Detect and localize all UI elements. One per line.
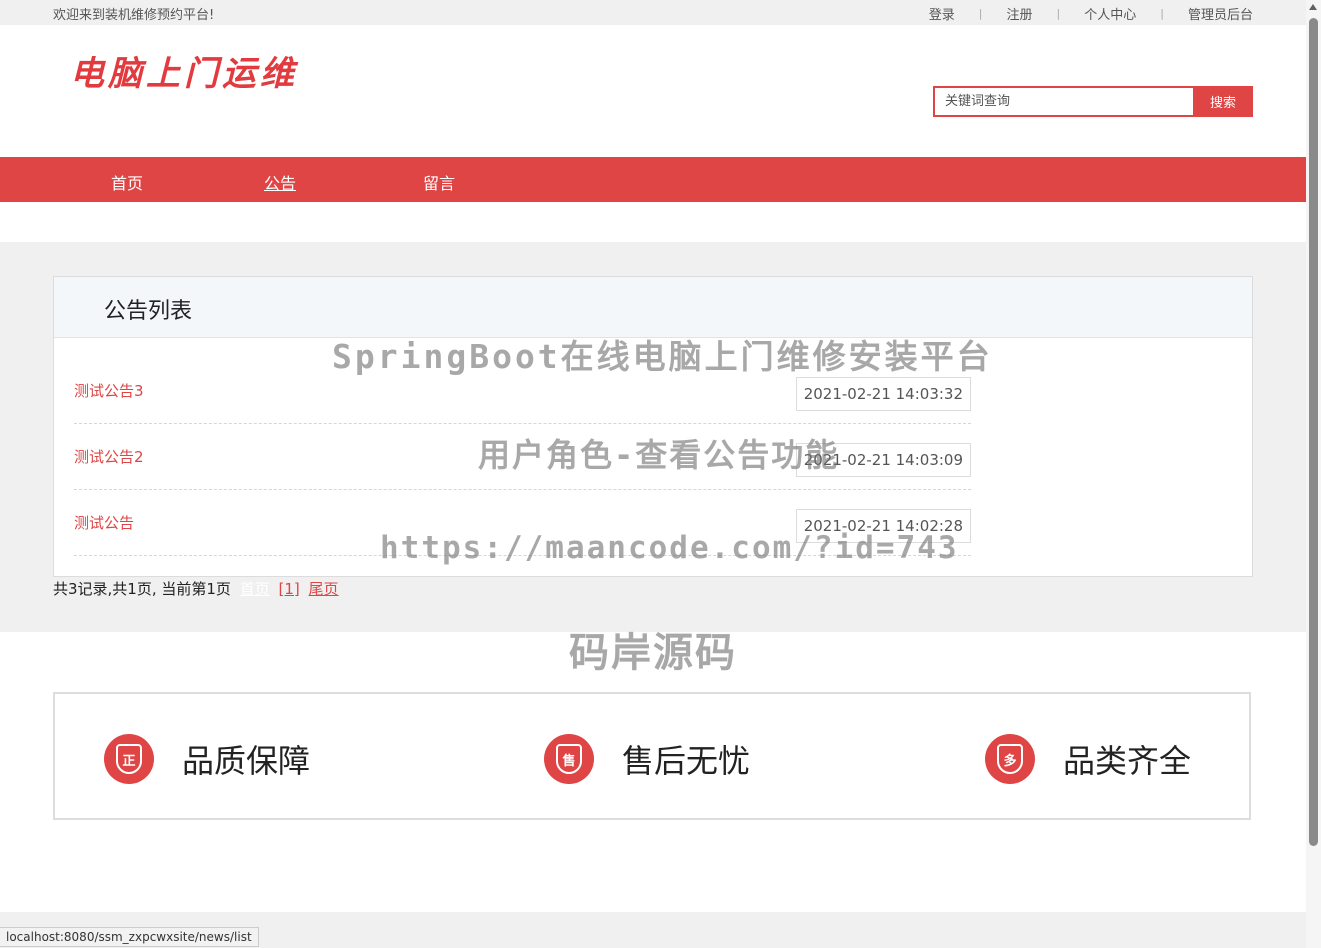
login-link[interactable]: 登录 <box>929 4 955 23</box>
search-bar: 搜索 <box>933 86 1253 117</box>
panel-title: 公告列表 <box>104 293 192 325</box>
welcome-text: 欢迎来到装机维修预约平台! <box>53 4 214 23</box>
register-link[interactable]: 注册 <box>1007 4 1033 23</box>
notice-title-link[interactable]: 测试公告2 <box>74 446 144 467</box>
main-nav: 首页 公告 留言 <box>0 157 1306 202</box>
top-bar: 欢迎来到装机维修预约平台! 登录 | 注册 | 个人中心 | 管理员后台 <box>0 0 1306 25</box>
nav-home[interactable]: 首页 <box>111 170 143 194</box>
search-button[interactable]: 搜索 <box>1193 86 1253 117</box>
notice-date: 2021-02-21 14:03:32 <box>796 377 971 411</box>
separator: | <box>979 7 983 20</box>
admin-link[interactable]: 管理员后台 <box>1188 4 1253 23</box>
feature-label: 售后无忧 <box>622 736 750 782</box>
nav-messages[interactable]: 留言 <box>423 170 455 194</box>
nav-notices[interactable]: 公告 <box>264 170 296 194</box>
feature-label: 品类齐全 <box>1063 736 1191 782</box>
feature-aftersales: 售 售后无忧 <box>544 734 750 784</box>
shield-icon: 正 <box>104 734 154 784</box>
first-page-link[interactable]: 首页 <box>240 580 270 598</box>
notice-title-link[interactable]: 测试公告 <box>74 512 134 533</box>
scroll-up-arrow-icon[interactable] <box>1309 4 1317 10</box>
pagination: 共3记录,共1页, 当前第1页 首页 [1] 尾页 <box>53 578 339 599</box>
watermark-url: https://maancode.com/?id=743 <box>380 530 959 566</box>
current-page-link[interactable]: [1] <box>279 580 300 598</box>
watermark-title: SpringBoot在线电脑上门维修安装平台 <box>332 330 993 378</box>
status-bar-url: localhost:8080/ssm_zxpcwxsite/news/list <box>0 927 259 947</box>
panel-header: 公告列表 <box>54 277 1252 338</box>
search-input[interactable] <box>933 86 1193 117</box>
separator: | <box>1160 7 1164 20</box>
separator: | <box>1057 7 1061 20</box>
watermark-subtitle: 用户角色-查看公告功能 <box>478 430 839 476</box>
top-links: 登录 | 注册 | 个人中心 | 管理员后台 <box>929 4 1253 23</box>
user-center-link[interactable]: 个人中心 <box>1084 4 1136 23</box>
scroll-thumb[interactable] <box>1309 18 1318 846</box>
pagination-summary: 共3记录,共1页, 当前第1页 <box>53 580 231 598</box>
scrollbar[interactable] <box>1306 0 1321 948</box>
shield-icon: 售 <box>544 734 594 784</box>
features-box: 正 品质保障 售 售后无忧 多 品类齐全 <box>53 692 1251 820</box>
last-page-link[interactable]: 尾页 <box>309 580 339 598</box>
feature-label: 品质保障 <box>182 736 310 782</box>
watermark-brand: 码岸源码 <box>569 620 737 678</box>
site-logo[interactable]: 电脑上门运维 <box>70 46 298 95</box>
feature-variety: 多 品类齐全 <box>985 734 1191 784</box>
feature-quality: 正 品质保障 <box>104 734 310 784</box>
notice-title-link[interactable]: 测试公告3 <box>74 380 144 401</box>
shield-icon: 多 <box>985 734 1035 784</box>
